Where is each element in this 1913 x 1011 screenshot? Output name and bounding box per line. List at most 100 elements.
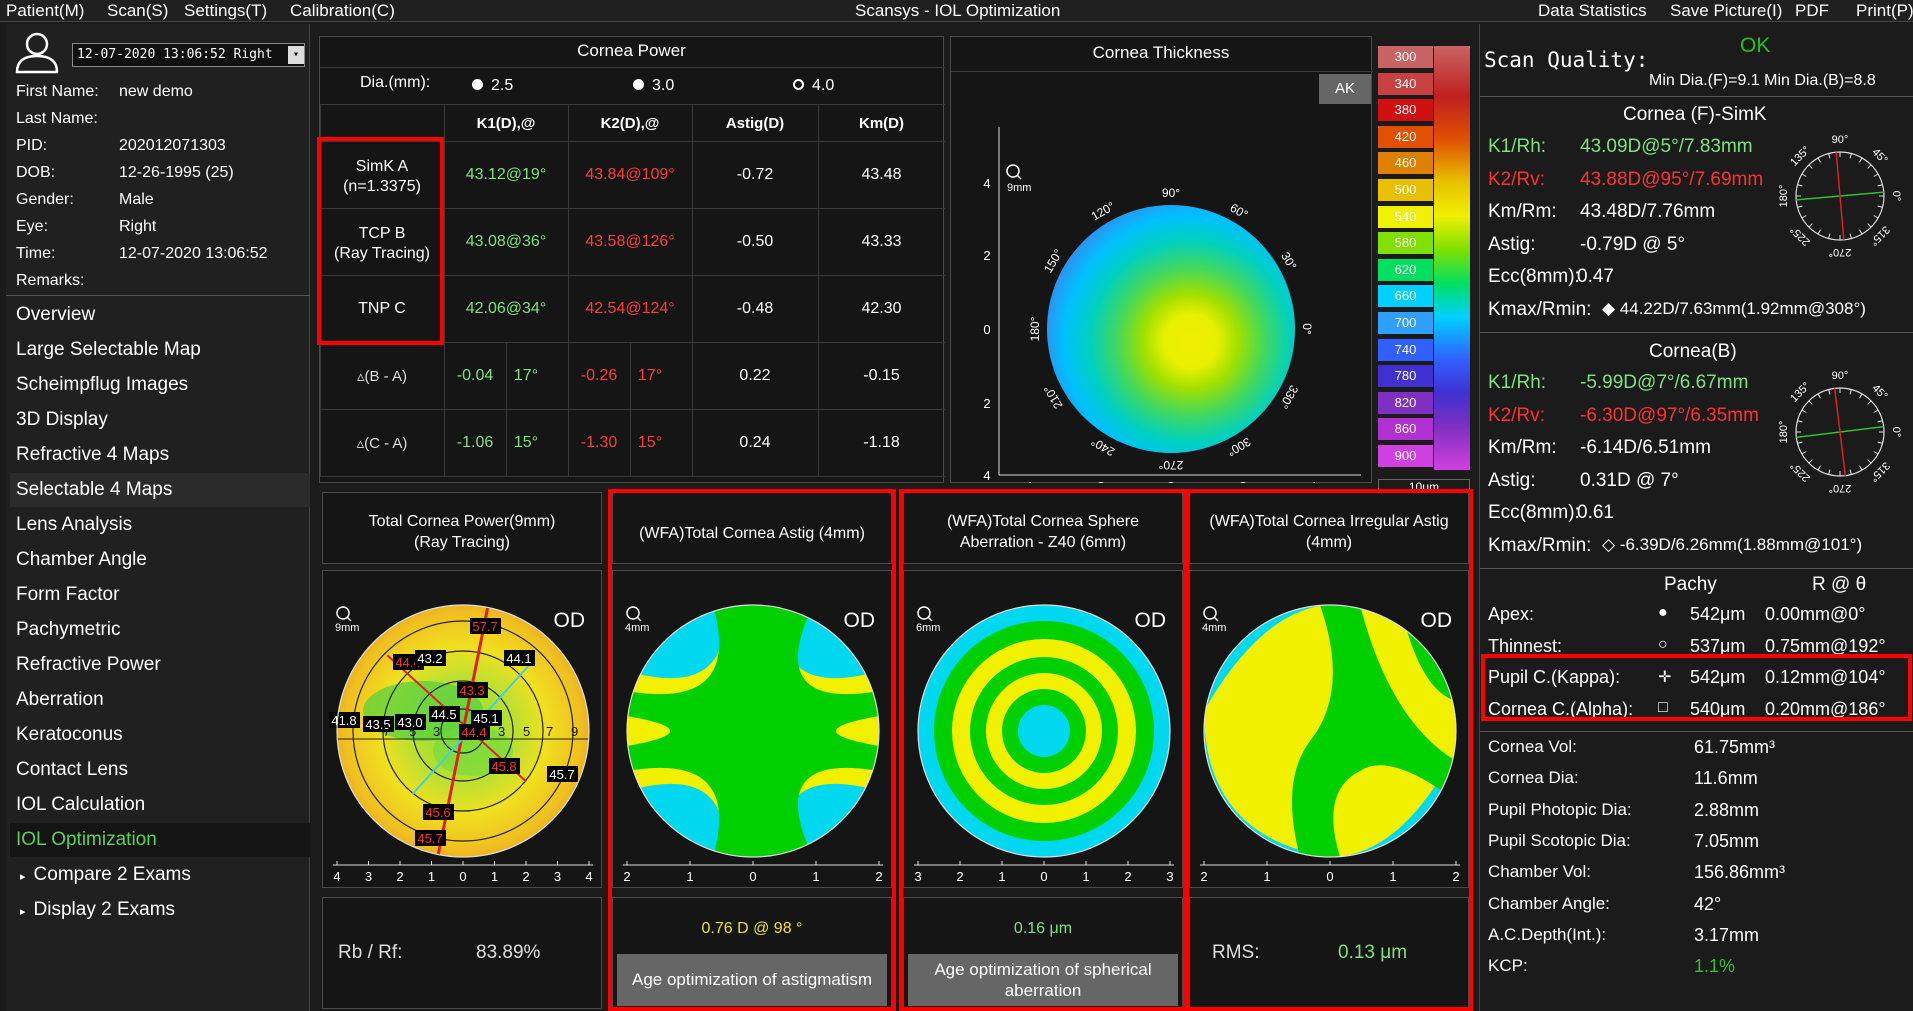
- dia-radio-2[interactable]: 4.0: [793, 77, 834, 95]
- cornea-power-title: Cornea Power: [577, 41, 686, 60]
- nav-item-refractive-4-maps[interactable]: Refractive 4 Maps: [10, 438, 310, 472]
- column-header: K1(D),@: [476, 115, 536, 132]
- value-label: 44.4: [461, 725, 486, 740]
- print-button[interactable]: Print(P): [1856, 1, 1913, 21]
- nav-item-aberration[interactable]: Aberration: [10, 683, 310, 717]
- chevron-down-icon[interactable]: ▾: [288, 46, 304, 64]
- menu-scan[interactable]: Scan(S): [107, 1, 168, 21]
- k2-value: 42.54@124°: [585, 299, 675, 317]
- patient-info-label: PID:: [16, 137, 48, 154]
- nav-item-label: Scheimpflug Images: [16, 374, 189, 395]
- dial-label: 180°: [1778, 185, 1790, 208]
- diff-astig: 0.24: [739, 434, 771, 451]
- x-tick-label: 4: [1025, 479, 1032, 483]
- patient-info-row: Eye: Right: [16, 218, 156, 236]
- patient-info-row: First Name: new demo: [16, 83, 193, 101]
- k-label: K2/Rv:: [1488, 168, 1546, 190]
- nav-item-label: Aberration: [16, 689, 104, 710]
- nav-item-pachymetric[interactable]: Pachymetric: [10, 613, 310, 647]
- nav-item-display-2-exams[interactable]: ▸ Display 2 Exams: [10, 893, 310, 927]
- astig-value: -0.50: [736, 232, 774, 250]
- front-title: Cornea (F)-SimK: [1623, 104, 1767, 125]
- nav-item-overview[interactable]: Overview: [10, 298, 310, 332]
- thickness-disc: [1047, 205, 1295, 453]
- nav-item-label: Contact Lens: [16, 759, 128, 780]
- astig-value: -0.48: [736, 299, 774, 317]
- nav-item-scheimpflug-images[interactable]: Scheimpflug Images: [10, 368, 310, 402]
- legend-swatch: 860: [1378, 418, 1433, 441]
- column-header: K2(D),@: [600, 115, 660, 132]
- nav-item-compare-2-exams[interactable]: ▸ Compare 2 Exams: [10, 858, 310, 892]
- legend-swatch: 900: [1378, 445, 1433, 467]
- nav-item-label: IOL Optimization: [16, 829, 157, 850]
- cornea-thickness-title: Cornea Thickness: [1092, 43, 1230, 62]
- diff-k2-angle: 15°: [637, 434, 663, 451]
- patient-info-row: PID: 202012071303: [16, 137, 226, 155]
- legend-swatch: 660: [1378, 285, 1433, 308]
- menu-settings[interactable]: Settings(T): [184, 1, 267, 21]
- nav-item-refractive-power[interactable]: Refractive Power: [10, 648, 310, 682]
- patient-info-label: Last Name:: [16, 110, 98, 127]
- stat-value: 2.88mm: [1694, 799, 1760, 820]
- nav-item-form-factor[interactable]: Form Factor: [10, 578, 310, 612]
- ring-number: 5: [409, 724, 416, 739]
- front-axis-dial: 90°45°0°315°270°225°180°135°: [1778, 134, 1902, 258]
- patient-info-value: 12-07-2020 13:06:52: [119, 245, 268, 262]
- legend-swatch: 500: [1378, 179, 1433, 201]
- nav-item-iol-optimization[interactable]: IOL Optimization: [10, 823, 310, 857]
- legend-swatch: 620: [1378, 258, 1433, 281]
- x-tick-label: 3: [554, 869, 561, 884]
- patient-info-value: 202012071303: [119, 137, 226, 154]
- nav-item-large-selectable-map[interactable]: Large Selectable Map: [10, 333, 310, 367]
- value-label: 45.8: [491, 759, 516, 774]
- k-label: K1/Rh:: [1488, 136, 1547, 157]
- k-label: Km/Rm:: [1488, 437, 1557, 458]
- k-value: 43.09D@5°/7.83mm: [1580, 136, 1753, 157]
- diff-k2: -0.26: [580, 367, 618, 384]
- legend-swatch: 380: [1378, 99, 1433, 122]
- k-value: -6.14D/6.51mm: [1580, 437, 1711, 458]
- pdf-button[interactable]: PDF: [1795, 1, 1829, 21]
- legend-swatch: 460: [1378, 152, 1433, 175]
- diff-k1-angle: 17°: [513, 367, 539, 384]
- stat-label: Pupil Photopic Dia:: [1488, 799, 1632, 819]
- dia-radio-1[interactable]: 3.0: [633, 77, 674, 95]
- legend-swatch: 820: [1378, 391, 1433, 414]
- rb-rf-value: 83.89%: [476, 942, 541, 963]
- exam-select[interactable]: 12-07-2020 13:06:52 Right ▾: [72, 43, 305, 67]
- stat-value: 3.17mm: [1694, 924, 1760, 945]
- menu-calibration[interactable]: Calibration(C): [290, 1, 395, 21]
- map-panel[interactable]: 9mm OD 57.7 44.4 43.2 44.1 43.3 41.8 43.5 43.0 44.…: [322, 570, 602, 888]
- nav-item-label: Refractive 4 Maps: [16, 444, 170, 465]
- nav-item-contact-lens[interactable]: Contact Lens: [10, 753, 310, 787]
- diff-k2-angle: 17°: [637, 367, 663, 384]
- nav-item-selectable-4-maps[interactable]: Selectable 4 Maps: [10, 473, 310, 507]
- nav-item-iol-calculation[interactable]: IOL Calculation: [10, 788, 310, 822]
- ring-number: 7: [546, 724, 553, 739]
- nav-item-3d-display[interactable]: 3D Display: [10, 403, 310, 437]
- zoom-label: 9mm: [1007, 182, 1031, 194]
- data-statistics-button[interactable]: Data Statistics: [1538, 1, 1647, 21]
- nav-item-lens-analysis[interactable]: Lens Analysis: [10, 508, 310, 542]
- y-tick-label: 0: [983, 322, 990, 337]
- cornea-thickness-map[interactable]: 442200224490°60°30°0°330°300°270°240°210…: [951, 107, 1371, 483]
- legend-swatch: 420: [1378, 125, 1433, 148]
- k-label: Kmax/Rmin:: [1488, 298, 1592, 320]
- nav-item-chamber-angle[interactable]: Chamber Angle: [10, 543, 310, 577]
- dia-radio-0[interactable]: 2.5: [472, 77, 513, 95]
- x-tick-label: 4: [585, 869, 592, 884]
- nav-item-label: Large Selectable Map: [16, 339, 201, 360]
- angle-label: 270°: [1158, 458, 1183, 472]
- dial-label: 90°: [1832, 370, 1849, 382]
- ak-button[interactable]: AK: [1319, 74, 1371, 104]
- nav-item-keratoconus[interactable]: Keratoconus: [10, 718, 310, 752]
- astig-value: -0.72: [736, 165, 774, 183]
- diff-km: -1.18: [863, 434, 900, 451]
- nav-item-label: Keratoconus: [16, 724, 123, 745]
- menu-patient[interactable]: Patient(M): [6, 1, 84, 21]
- x-tick-label: 3: [365, 869, 372, 884]
- value-label: 44.1: [506, 651, 531, 666]
- save-picture-button[interactable]: Save Picture(I): [1670, 1, 1782, 21]
- dial-label: 270°: [1829, 246, 1852, 258]
- stat-value: 7.05mm: [1694, 830, 1760, 851]
